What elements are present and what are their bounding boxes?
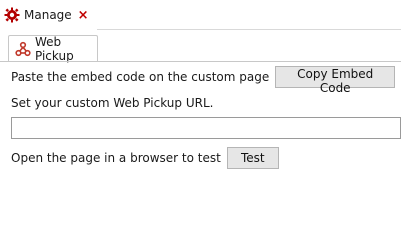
- tab-web-pickup[interactable]: Web Pickup: [8, 34, 98, 63]
- custom-url-input[interactable]: [11, 117, 401, 139]
- tab-manage[interactable]: Manage ×: [0, 0, 97, 30]
- top-tab-bar: Manage ×: [0, 0, 401, 30]
- web-pickup-panel: Paste the embed code on the custom page …: [0, 62, 401, 247]
- url-instruction: Set your custom Web Pickup URL.: [11, 96, 214, 110]
- test-instruction: Open the page in a browser to test: [11, 151, 221, 165]
- gear-icon: [4, 7, 20, 23]
- embed-instruction: Paste the embed code on the custom page: [11, 70, 270, 84]
- test-button[interactable]: Test: [226, 147, 279, 169]
- tab-manage-label: Manage: [24, 8, 72, 22]
- copy-embed-code-button[interactable]: Copy Embed Code: [275, 66, 396, 95]
- test-row: Open the page in a browser to test Test: [11, 147, 279, 169]
- web-pickup-icon: [15, 41, 31, 57]
- tab-web-pickup-label: Web Pickup: [35, 34, 74, 63]
- embed-row: Paste the embed code on the custom page …: [11, 66, 396, 95]
- close-icon[interactable]: ×: [78, 8, 89, 23]
- sub-tab-bar: Web Pickup: [0, 30, 401, 63]
